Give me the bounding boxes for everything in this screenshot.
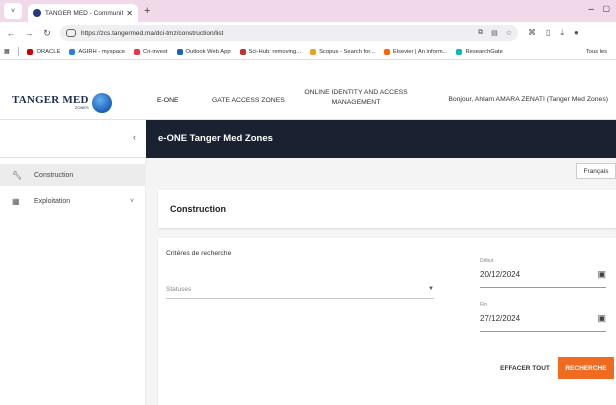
search-card: Critères de recherche Statuses ▼ Début 2… (158, 238, 616, 405)
browser-tab[interactable]: TANGER MED - Community Sys ✕ (28, 4, 138, 22)
status-placeholder: Statuses (166, 286, 192, 293)
section-card: Construction (158, 190, 616, 228)
sidebar: 🔧︎ Construction ▦ Exploitation ˅ (0, 158, 146, 405)
bookmark-star-icon[interactable]: ☆ (506, 29, 512, 37)
bookmark-cri-invest[interactable]: Cri-invest (134, 48, 168, 55)
reload-icon[interactable]: ↻ (40, 28, 54, 39)
calendar-icon[interactable]: ▣ (597, 313, 606, 324)
address-bar: ← → ↻ https://zcs.tangermed.ma/dci-tmz/c… (0, 22, 616, 44)
browser-tab-bar: ˅ TANGER MED - Community Sys ✕ + – ▢ (0, 0, 616, 22)
building-icon: ▦ (12, 196, 20, 206)
nav-identity-access[interactable]: ONLINE IDENTITY AND ACCESS MANAGEMENT (300, 89, 412, 106)
site-info-icon[interactable] (66, 29, 76, 37)
bookmark-oracle[interactable]: ORACLE (27, 48, 60, 55)
sidepanel-icon[interactable]: ▯ (546, 28, 550, 38)
nav-e-one[interactable]: E-ONE (157, 97, 179, 104)
sidebar-item-construction[interactable]: 🔧︎ Construction (0, 164, 146, 186)
researchgate-icon (456, 48, 463, 55)
nav-identity-line2: MANAGEMENT (331, 99, 381, 106)
start-date-value: 20/12/2024 (480, 270, 521, 279)
language-bar: Français (146, 158, 616, 184)
dropdown-arrow-icon: ▼ (428, 286, 434, 292)
search-button[interactable]: RECHERCHE (558, 357, 614, 379)
start-date-label: Début (480, 258, 494, 264)
extensions-icon[interactable]: ⌘ (528, 28, 536, 38)
forward-icon[interactable]: → (22, 28, 36, 38)
chevron-down-icon[interactable]: ˅ (130, 198, 134, 205)
title-banner: e-ONE Tanger Med Zones (146, 120, 616, 158)
calendar-icon[interactable]: ▣ (597, 269, 606, 280)
back-icon[interactable]: ← (4, 28, 18, 38)
bookmark-outlook[interactable]: Outlook Web App (176, 48, 231, 55)
tab-close-icon[interactable]: ✕ (126, 9, 133, 18)
section-title: Construction (170, 204, 226, 214)
translate-icon[interactable]: ⧉ (478, 29, 483, 37)
agirh-icon (69, 48, 76, 55)
url-text: https://zcs.tangermed.ma/dci-tmz/constru… (81, 29, 224, 37)
sidebar-item-label: Construction (34, 171, 74, 179)
minimize-icon[interactable]: – (588, 4, 594, 15)
new-tab-icon[interactable]: + (144, 5, 150, 17)
sidebar-header: ‹ (0, 120, 146, 158)
bookmark-agirh[interactable]: AGIRH - myspace (69, 48, 125, 55)
end-date-field[interactable]: Fin 27/12/2024 ▣ (480, 302, 606, 332)
main-content: Français Construction Critères de recher… (146, 158, 616, 405)
globe-icon (91, 93, 112, 113)
elsevier-icon (383, 48, 390, 55)
maximize-icon[interactable]: ▢ (602, 4, 610, 13)
sidebar-item-label: Exploitation (34, 197, 71, 205)
cri-invest-icon (134, 48, 141, 55)
sidebar-item-exploitation[interactable]: ▦ Exploitation ˅ (0, 190, 146, 212)
profile-icon[interactable]: ● (574, 28, 579, 38)
tab-search-chevron-icon[interactable]: ˅ (4, 3, 22, 19)
page-title: e-ONE Tanger Med Zones (158, 133, 273, 144)
title-bar: ‹ e-ONE Tanger Med Zones (0, 120, 616, 158)
wrench-icon: 🔧︎ (12, 170, 23, 180)
clear-all-button[interactable]: EFFACER TOUT (496, 357, 554, 379)
tab-title: TANGER MED - Community Sys (45, 9, 124, 17)
logo[interactable]: TANGER MED ZONES (12, 93, 112, 113)
reader-icon[interactable]: ▤ (491, 29, 498, 37)
scihub-icon (239, 48, 246, 55)
bookmark-all[interactable]: Tous les (586, 49, 607, 55)
apps-icon[interactable]: ▦ (4, 49, 9, 55)
criteria-label: Critères de recherche (166, 250, 232, 257)
language-button[interactable]: Français (576, 163, 616, 179)
download-icon[interactable]: ⤓ (560, 28, 564, 38)
collapse-sidebar-icon[interactable]: ‹ (133, 132, 136, 142)
user-greeting[interactable]: Bonjour, Ahlam AMARA ZENATI (Tanger Med … (448, 96, 608, 103)
outlook-icon (176, 48, 183, 55)
start-date-field[interactable]: Début 20/12/2024 ▣ (480, 258, 606, 288)
scopus-icon (310, 48, 317, 55)
status-select[interactable]: Statuses ▼ (166, 281, 434, 299)
nav-gate-access-zones[interactable]: GATE ACCESS ZONES (212, 97, 285, 104)
end-date-label: Fin (480, 302, 487, 308)
bookmark-scihub[interactable]: Sci-Hub: removing... (239, 48, 301, 55)
nav-identity-line1: ONLINE IDENTITY AND ACCESS (304, 89, 408, 96)
url-input[interactable]: https://zcs.tangermed.ma/dci-tmz/constru… (60, 25, 518, 41)
end-date-value: 27/12/2024 (480, 314, 521, 323)
bookmark-elsevier[interactable]: Elsevier | An inform... (383, 48, 447, 55)
bookmarks-bar: ▦ ORACLE AGIRH - myspace Cri-invest Outl… (0, 44, 616, 60)
app-header: TANGER MED ZONES E-ONE GATE ACCESS ZONES… (0, 82, 616, 120)
oracle-icon (27, 48, 34, 55)
tab-favicon-icon (33, 9, 41, 17)
bookmark-researchgate[interactable]: ResearchGate (456, 48, 503, 55)
bookmark-scopus[interactable]: Scopus - Search for... (310, 48, 375, 55)
